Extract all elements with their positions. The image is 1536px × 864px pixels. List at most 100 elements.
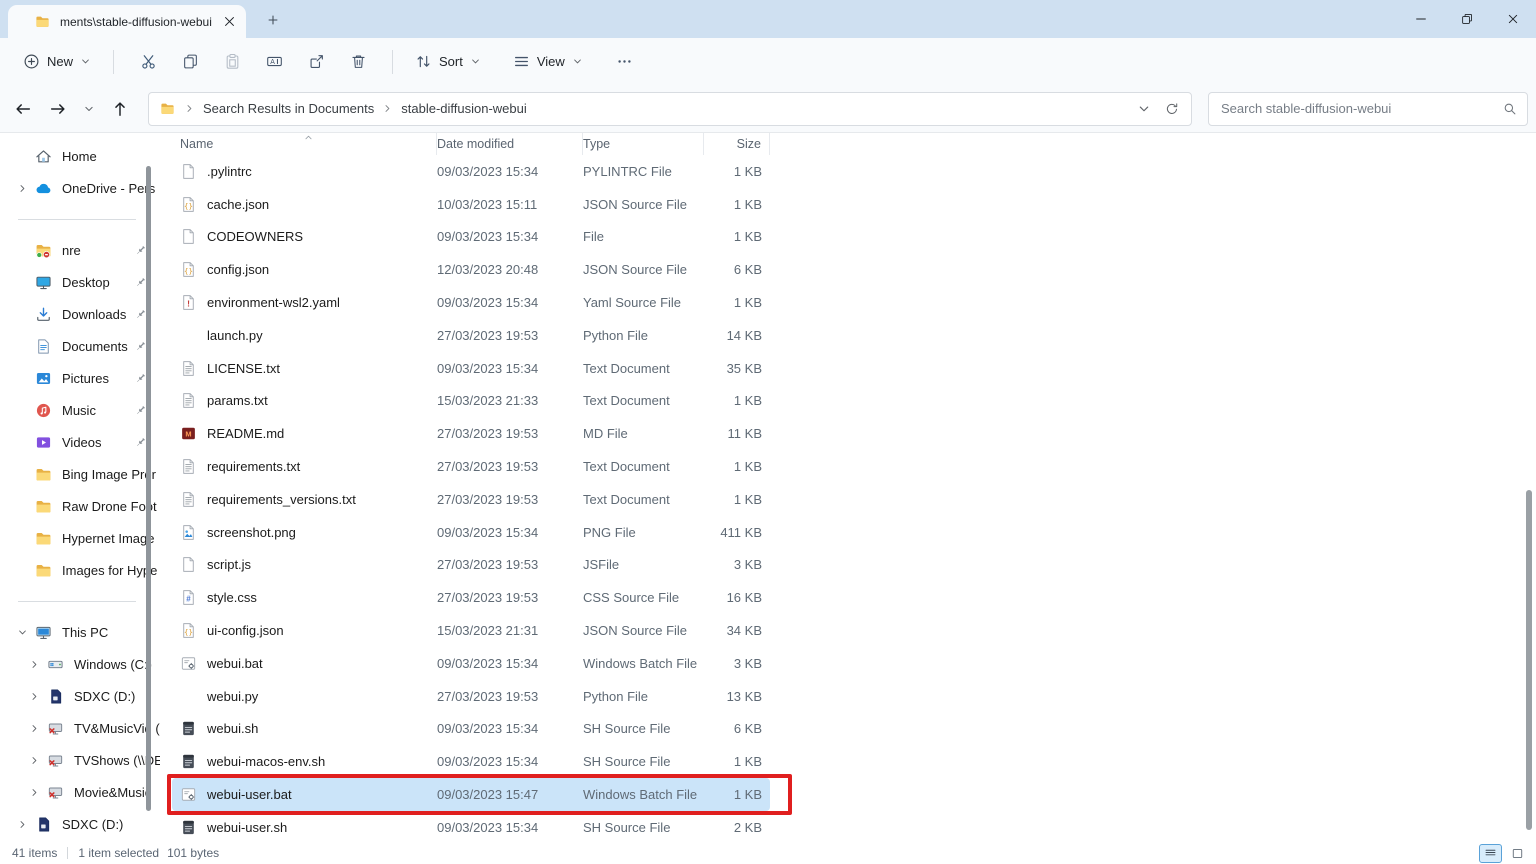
column-header-size[interactable]: Size xyxy=(704,133,770,155)
column-header-type[interactable]: Type xyxy=(583,133,704,155)
minimize-button[interactable] xyxy=(1398,0,1444,38)
sidebar-item-pictures[interactable]: Pictures xyxy=(0,362,160,394)
sidebar-item-downloads[interactable]: Downloads xyxy=(0,298,160,330)
file-row-screenshot-png[interactable]: screenshot.png09/03/2023 15:34PNG File41… xyxy=(172,516,770,549)
search-box[interactable] xyxy=(1208,92,1528,126)
sidebar-item-tvshows-de[interactable]: TVShows (\\DE xyxy=(0,744,160,776)
file-row-cache-json[interactable]: {}cache.json10/03/2023 15:11JSON Source … xyxy=(172,188,770,221)
sidebar-item-images-for-hype[interactable]: Images for Hype xyxy=(0,554,160,586)
file-row-webui-macos-env-sh[interactable]: webui-macos-env.sh09/03/2023 15:34SH Sou… xyxy=(172,745,770,778)
sidebar-scrollbar[interactable] xyxy=(146,166,151,811)
file-row-requirements-txt[interactable]: requirements.txt27/03/2023 19:53Text Doc… xyxy=(172,450,770,483)
view-button[interactable]: View xyxy=(504,46,592,77)
sidebar-item-nre[interactable]: nre xyxy=(0,234,160,266)
sidebar-item-desktop[interactable]: Desktop xyxy=(0,266,160,298)
search-input[interactable] xyxy=(1219,100,1497,117)
sort-ascending-icon xyxy=(302,133,315,144)
file-row-launch-py[interactable]: launch.py27/03/2023 19:53Python File14 K… xyxy=(172,319,770,352)
file-row-ui-config-json[interactable]: {}ui-config.json15/03/2023 21:31JSON Sou… xyxy=(172,614,770,647)
new-button[interactable]: New xyxy=(14,46,100,77)
chevron-right-icon[interactable] xyxy=(29,787,40,798)
chevron-right-icon[interactable] xyxy=(17,819,28,830)
refresh-icon[interactable] xyxy=(1165,102,1179,116)
more-options-button[interactable] xyxy=(606,45,644,79)
sidebar-item-music[interactable]: Music xyxy=(0,394,160,426)
file-name-cell: webui-user.bat xyxy=(172,786,437,803)
details-view-toggle[interactable] xyxy=(1479,844,1502,863)
plus-circle-icon xyxy=(23,53,40,70)
sidebar-item-bing-image-pror[interactable]: Bing Image Pror xyxy=(0,458,160,490)
file-date-modified: 27/03/2023 19:53 xyxy=(437,328,583,343)
chevron-right-icon[interactable] xyxy=(29,755,40,766)
chevron-right-icon[interactable] xyxy=(17,183,28,194)
share-button[interactable] xyxy=(297,45,335,79)
file-date-modified: 09/03/2023 15:34 xyxy=(437,721,583,736)
file-row-script-js[interactable]: script.js27/03/2023 19:53JSFile3 KB xyxy=(172,549,770,582)
share-icon xyxy=(308,53,325,70)
network-drive-icon xyxy=(46,720,65,737)
sort-button[interactable]: Sort xyxy=(406,46,490,77)
file-type: Windows Batch File xyxy=(583,656,704,671)
chevron-right-icon[interactable] xyxy=(29,691,40,702)
chevron-right-icon[interactable] xyxy=(29,723,40,734)
paste-button[interactable] xyxy=(213,45,251,79)
close-button[interactable] xyxy=(1490,0,1536,38)
thumbnail-view-toggle[interactable] xyxy=(1506,844,1529,863)
breadcrumb-chevron-icon xyxy=(184,103,195,114)
file-list-scrollbar[interactable] xyxy=(1526,490,1532,830)
view-toggles xyxy=(1479,842,1529,864)
file-row-webui-bat[interactable]: webui.bat09/03/2023 15:34Windows Batch F… xyxy=(172,647,770,680)
restore-icon xyxy=(1460,12,1474,26)
up-button[interactable] xyxy=(107,96,133,122)
file-row-style-css[interactable]: #style.css27/03/2023 19:53CSS Source Fil… xyxy=(172,581,770,614)
file-row-readme-md[interactable]: MREADME.md27/03/2023 19:53MD File11 KB xyxy=(172,417,770,450)
nre-folder-icon xyxy=(34,242,53,259)
copy-button[interactable] xyxy=(171,45,209,79)
file-row-license-txt[interactable]: LICENSE.txt09/03/2023 15:34Text Document… xyxy=(172,352,770,385)
explorer-tab[interactable]: ments\stable-diffusion-webui xyxy=(8,5,246,38)
sidebar-item-windows-c[interactable]: Windows (C:) xyxy=(0,648,160,680)
sidebar-item-label: Music xyxy=(62,403,130,418)
chevron-right-icon[interactable] xyxy=(29,659,40,670)
address-bar[interactable]: Search Results in Documents stable-diffu… xyxy=(148,92,1192,126)
sidebar-item-movie-music[interactable]: Movie&Music xyxy=(0,776,160,808)
file-type: SH Source File xyxy=(583,820,704,835)
file-date-modified: 09/03/2023 15:34 xyxy=(437,525,583,540)
new-tab-button[interactable] xyxy=(262,9,284,31)
file-row-webui-sh[interactable]: webui.sh09/03/2023 15:34SH Source File6 … xyxy=(172,713,770,746)
breadcrumb-segment[interactable]: Search Results in Documents xyxy=(197,97,380,120)
file-row-environment-wsl2-yaml[interactable]: !environment-wsl2.yaml09/03/2023 15:34Ya… xyxy=(172,286,770,319)
file-row-requirements-versions-txt[interactable]: requirements_versions.txt27/03/2023 19:5… xyxy=(172,483,770,516)
sidebar-item-documents[interactable]: Documents xyxy=(0,330,160,362)
sidebar-item-sdxc-d[interactable]: SDXC (D:) xyxy=(0,680,160,712)
back-button[interactable] xyxy=(10,96,36,122)
sidebar-item-raw-drone-foot[interactable]: Raw Drone Foot xyxy=(0,490,160,522)
file-row-webui-user-sh[interactable]: webui-user.sh09/03/2023 15:34SH Source F… xyxy=(172,811,770,842)
sidebar-item-hypernet-image[interactable]: Hypernet Image xyxy=(0,522,160,554)
forward-button[interactable] xyxy=(45,96,71,122)
sidebar-item-videos[interactable]: Videos xyxy=(0,426,160,458)
address-dropdown-icon[interactable] xyxy=(1137,102,1151,116)
file-row-params-txt[interactable]: params.txt15/03/2023 21:33Text Document1… xyxy=(172,385,770,418)
file-row-webui-py[interactable]: webui.py27/03/2023 19:53Python File13 KB xyxy=(172,680,770,713)
file-row-codeowners[interactable]: CODEOWNERS09/03/2023 15:34File1 KB xyxy=(172,221,770,254)
column-header-date-modified[interactable]: Date modified xyxy=(437,133,583,155)
file-row-webui-user-bat[interactable]: webui-user.bat09/03/2023 15:47Windows Ba… xyxy=(172,778,770,811)
chevron-down-icon[interactable] xyxy=(17,627,28,638)
file-type: Yaml Source File xyxy=(583,295,704,310)
sidebar-item-home[interactable]: Home xyxy=(0,140,160,172)
history-dropdown-button[interactable] xyxy=(80,96,98,122)
file-row-config-json[interactable]: {}config.json12/03/2023 20:48JSON Source… xyxy=(172,253,770,286)
sidebar-item-sdxc-d[interactable]: SDXC (D:) xyxy=(0,808,160,840)
breadcrumb-segment[interactable]: stable-diffusion-webui xyxy=(395,97,533,120)
rename-button[interactable]: A xyxy=(255,45,293,79)
cut-button[interactable] xyxy=(129,45,167,79)
tab-close-icon[interactable] xyxy=(220,12,239,31)
delete-button[interactable] xyxy=(339,45,377,79)
restore-button[interactable] xyxy=(1444,0,1490,38)
file-row--pylintrc[interactable]: .pylintrc09/03/2023 15:34PYLINTRC File1 … xyxy=(172,155,770,188)
sidebar-item-tv-musicvid[interactable]: TV&MusicVid ( xyxy=(0,712,160,744)
sidebar-item-onedrive-pers[interactable]: OneDrive - Pers xyxy=(0,172,160,204)
column-header-name[interactable]: Name xyxy=(172,133,437,155)
sidebar-item-this-pc[interactable]: This PC xyxy=(0,616,160,648)
